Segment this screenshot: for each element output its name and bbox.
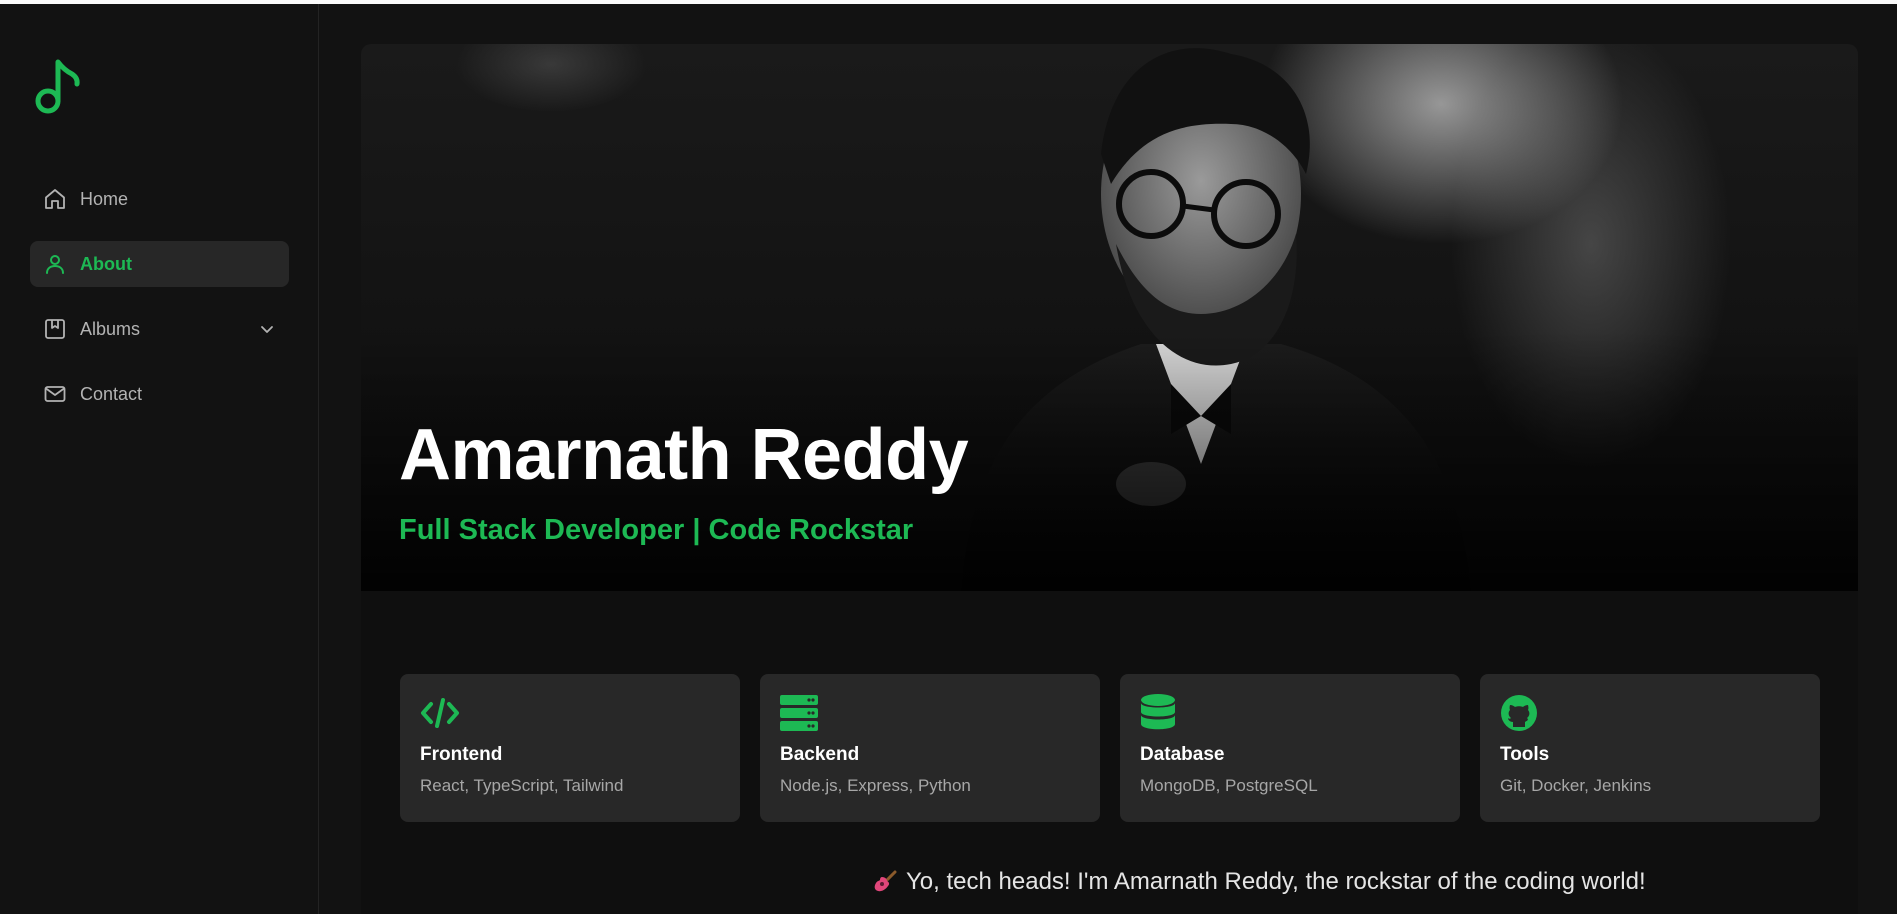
skill-card-database[interactable]: Database MongoDB, PostgreSQL <box>1120 674 1460 822</box>
sidebar-item-label: About <box>80 253 132 274</box>
user-icon <box>42 251 68 277</box>
mail-icon <box>42 381 68 407</box>
music-note-icon[interactable] <box>34 56 84 118</box>
skill-card-title: Tools <box>1500 744 1550 765</box>
code-icon <box>420 694 460 732</box>
server-icon <box>780 694 820 732</box>
database-icon <box>1140 694 1180 732</box>
sidebar-item-contact[interactable]: Contact <box>30 371 289 417</box>
skill-card-tools[interactable]: Tools Git, Docker, Jenkins <box>1480 674 1820 822</box>
skills-cards: Frontend React, TypeScript, Tailwind Bac… <box>400 674 1820 822</box>
skill-card-title: Frontend <box>420 744 503 765</box>
intro-text-line: Yo, tech heads! I'm Amarnath Reddy, the … <box>872 868 1646 896</box>
skill-card-text: Git, Docker, Jenkins <box>1500 776 1652 795</box>
sidebar: Home About Albums Contact <box>0 4 319 914</box>
guitar-icon <box>872 869 898 895</box>
github-icon <box>1500 694 1540 732</box>
home-icon <box>42 186 68 212</box>
skill-card-frontend[interactable]: Frontend React, TypeScript, Tailwind <box>400 674 740 822</box>
sidebar-nav: Home About Albums Contact <box>30 176 289 436</box>
sidebar-item-home[interactable]: Home <box>30 176 289 222</box>
sidebar-item-about[interactable]: About <box>30 241 289 287</box>
skill-card-text: MongoDB, PostgreSQL <box>1140 776 1318 795</box>
chevron-down-icon[interactable] <box>257 319 277 339</box>
skill-card-backend[interactable]: Backend Node.js, Express, Python <box>760 674 1100 822</box>
intro-text: Yo, tech heads! I'm Amarnath Reddy, the … <box>906 868 1646 895</box>
sidebar-item-label: Contact <box>80 383 143 404</box>
hero-name: Amarnath Reddy <box>399 415 969 495</box>
album-icon <box>42 316 68 342</box>
hero-banner: Amarnath Reddy Full Stack Developer | Co… <box>361 44 1858 591</box>
skill-card-title: Backend <box>780 744 860 765</box>
sidebar-item-albums[interactable]: Albums <box>30 306 289 352</box>
skill-card-title: Database <box>1140 744 1225 765</box>
hero-subtitle: Full Stack Developer | Code Rockstar <box>399 514 914 546</box>
sidebar-item-label: Home <box>80 188 129 209</box>
main-content: Amarnath Reddy Full Stack Developer | Co… <box>319 4 1897 914</box>
sidebar-item-label: Albums <box>80 318 141 339</box>
skill-card-text: Node.js, Express, Python <box>780 776 971 795</box>
skill-card-text: React, TypeScript, Tailwind <box>420 776 624 795</box>
